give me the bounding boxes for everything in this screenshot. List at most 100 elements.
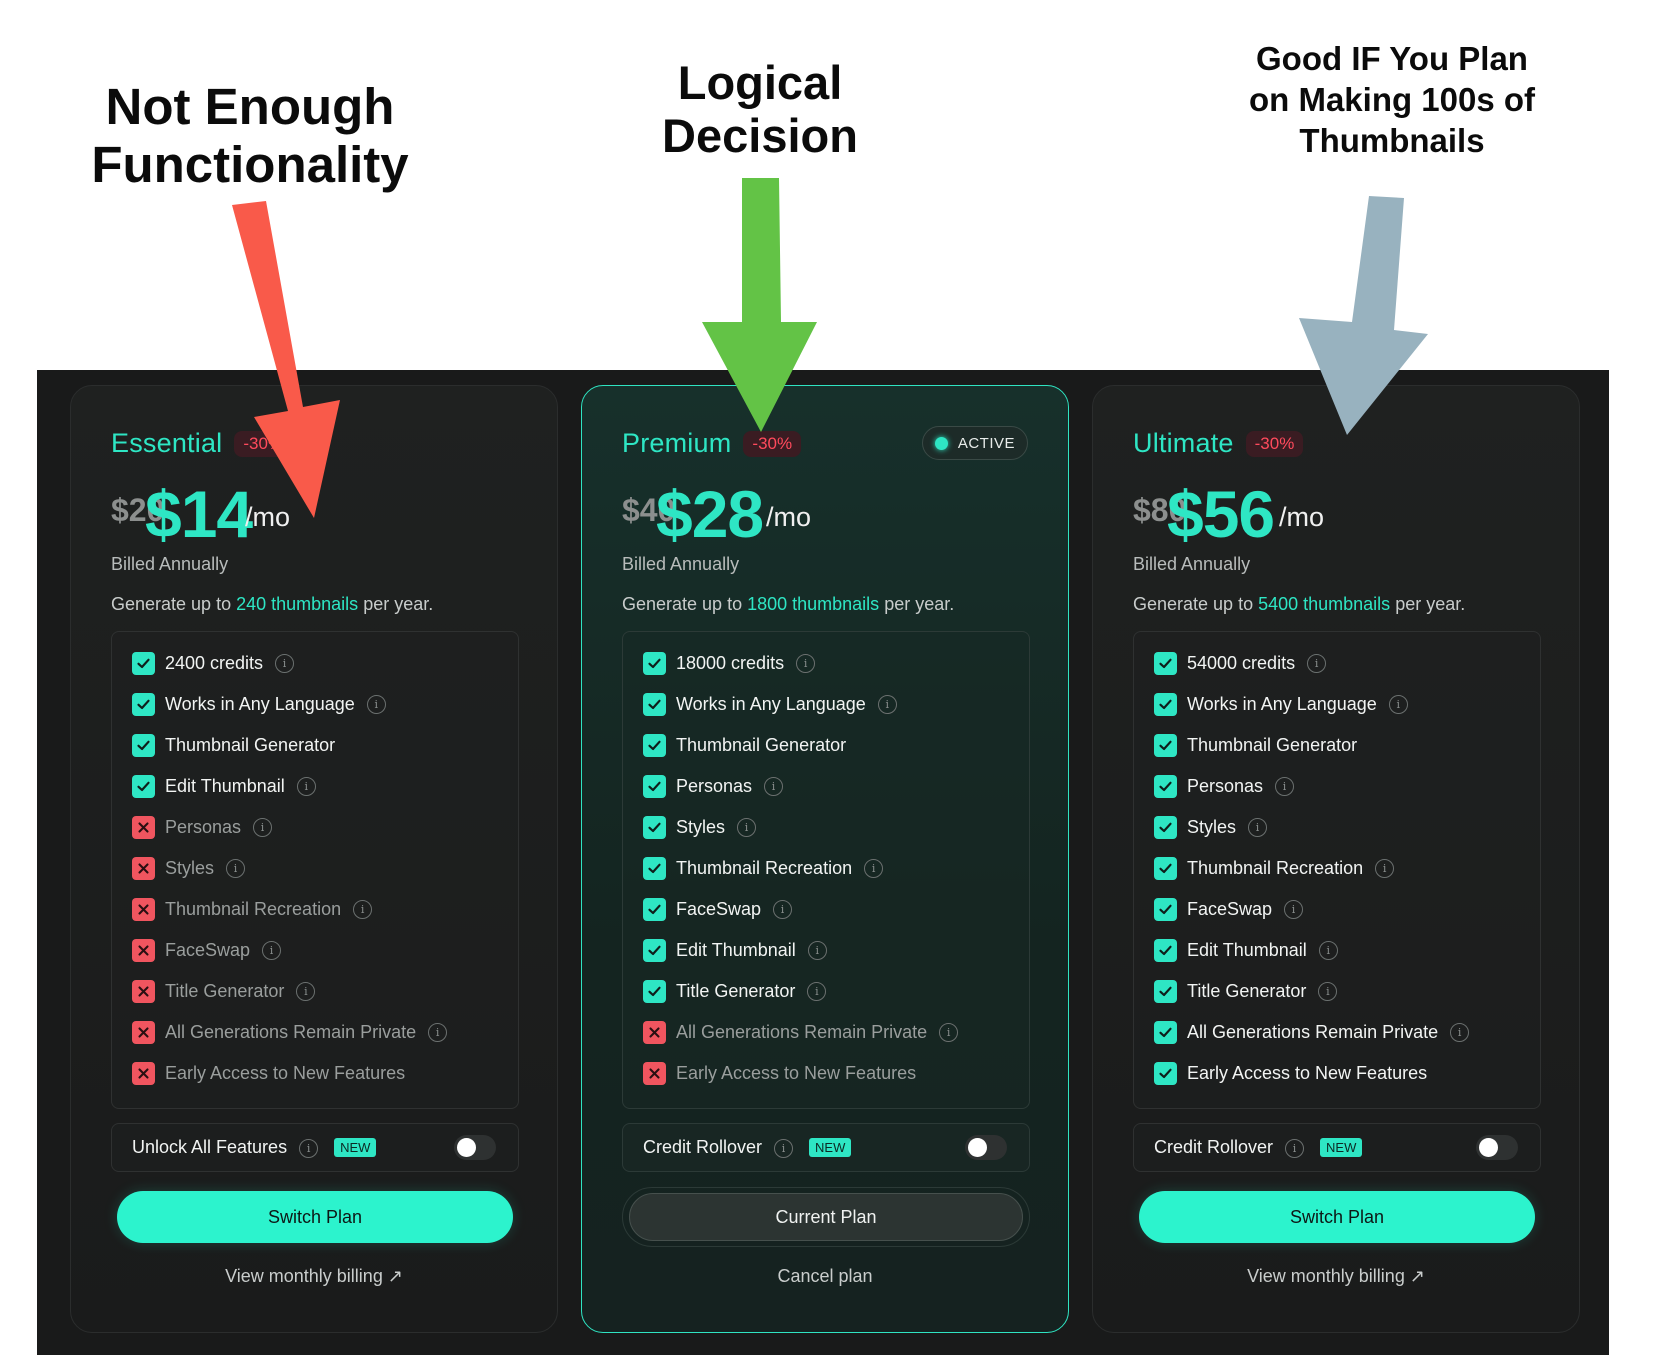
feature-label: FaceSwap <box>676 899 762 919</box>
generate-prefix: Generate up to <box>622 594 748 614</box>
info-icon[interactable]: i <box>737 818 757 837</box>
cross-icon <box>643 1062 666 1085</box>
feature-item: Works in Any Language i <box>643 693 1029 734</box>
info-icon[interactable]: i <box>1275 777 1295 796</box>
check-icon <box>643 939 666 962</box>
addon-label: Credit Rollover <box>1154 1137 1274 1157</box>
info-icon[interactable]: i <box>353 900 373 919</box>
current-plan-button[interactable]: Current Plan <box>629 1193 1023 1241</box>
switch-plan-button[interactable]: Switch Plan <box>1139 1191 1535 1243</box>
info-icon[interactable]: i <box>296 982 316 1001</box>
thumbnail-count: 240 thumbnails <box>236 594 359 614</box>
feature-item: All Generations Remain Private i <box>132 1021 518 1062</box>
info-icon[interactable]: i <box>299 1139 319 1158</box>
feature-label: Thumbnail Recreation <box>1187 858 1364 878</box>
info-icon[interactable]: i <box>1284 900 1304 919</box>
check-icon <box>643 980 666 1003</box>
active-dot-icon <box>934 436 948 450</box>
info-icon[interactable]: i <box>1285 1139 1305 1158</box>
billing-cycle: Billed Annually <box>1133 554 1251 574</box>
info-icon[interactable]: i <box>773 900 793 919</box>
feature-item: Edit Thumbnail i <box>1154 939 1540 980</box>
info-icon[interactable]: i <box>428 1023 448 1042</box>
check-icon <box>132 734 155 757</box>
feature-item: Personas i <box>1154 775 1540 816</box>
feature-item: 18000 credits i <box>643 652 1029 693</box>
info-icon[interactable]: i <box>774 1139 794 1158</box>
generate-suffix: per year. <box>358 594 434 614</box>
feature-item: All Generations Remain Private i <box>1154 1021 1540 1062</box>
view-monthly-billing-link[interactable]: View monthly billing ↗ <box>1093 1266 1579 1287</box>
plan-card-premium: Premium -30% ACTIVE $40 $28 /mo Billed A… <box>581 385 1069 1333</box>
info-icon[interactable]: i <box>877 695 897 714</box>
feature-label: All Generations Remain Private <box>1187 1022 1439 1042</box>
feature-label: Edit Thumbnail <box>676 940 796 960</box>
feature-item: Thumbnail Recreation i <box>1154 857 1540 898</box>
info-icon[interactable]: i <box>226 859 246 878</box>
feature-item: Styles i <box>1154 816 1540 857</box>
check-icon <box>643 734 666 757</box>
current-price: $56 <box>1167 477 1275 551</box>
feature-item: 54000 credits i <box>1154 652 1540 693</box>
info-icon[interactable]: i <box>1318 941 1338 960</box>
feature-item: Thumbnail Generator <box>132 734 518 775</box>
switch-plan-button[interactable]: Switch Plan <box>117 1191 513 1243</box>
check-icon <box>1154 898 1177 921</box>
check-icon <box>1154 1062 1177 1085</box>
feature-item: Early Access to New Features <box>1154 1062 1540 1103</box>
annotation-not-enough-functionality: Not Enough Functionality <box>91 78 409 193</box>
feature-label: Early Access to New Features <box>1187 1063 1428 1083</box>
info-icon[interactable]: i <box>1450 1023 1470 1042</box>
feature-label: Title Generator <box>165 981 285 1001</box>
check-icon <box>643 652 666 675</box>
cancel-plan-link[interactable]: Cancel plan <box>582 1266 1068 1287</box>
feature-item: Title Generator i <box>1154 980 1540 1021</box>
generate-summary: Generate up to 1800 thumbnails per year. <box>622 594 954 615</box>
feature-label: 54000 credits <box>1187 653 1296 673</box>
check-icon <box>132 775 155 798</box>
info-icon[interactable]: i <box>764 777 784 796</box>
addon-toggle[interactable] <box>454 1135 496 1160</box>
feature-label: Personas <box>1187 776 1264 796</box>
feature-item: Early Access to New Features <box>132 1062 518 1103</box>
cross-icon <box>132 1021 155 1044</box>
billing-cycle: Billed Annually <box>622 554 740 574</box>
feature-item: Thumbnail Generator <box>643 734 1029 775</box>
info-icon[interactable]: i <box>864 859 884 878</box>
info-icon[interactable]: i <box>1375 859 1395 878</box>
plan-name: Ultimate <box>1133 428 1234 458</box>
plan-name: Essential <box>111 428 223 458</box>
view-monthly-billing-link[interactable]: View monthly billing ↗ <box>71 1266 557 1287</box>
info-icon[interactable]: i <box>1318 982 1338 1001</box>
check-icon <box>1154 980 1177 1003</box>
check-icon <box>1154 1021 1177 1044</box>
info-icon[interactable]: i <box>262 941 282 960</box>
addon-label: Unlock All Features <box>132 1137 288 1157</box>
plan-header: Premium -30% <box>622 428 802 459</box>
info-icon[interactable]: i <box>253 818 273 837</box>
addon-toggle[interactable] <box>1476 1135 1518 1160</box>
feature-item: Styles i <box>132 857 518 898</box>
info-icon[interactable]: i <box>796 654 816 673</box>
cross-icon <box>132 980 155 1003</box>
addon-row: Unlock All Features i NEW <box>111 1123 519 1172</box>
feature-label: 18000 credits <box>676 653 785 673</box>
check-icon <box>132 652 155 675</box>
info-icon[interactable]: i <box>807 941 827 960</box>
annotation-logical-decision: Logical Decision <box>662 56 858 162</box>
info-icon[interactable]: i <box>1307 654 1327 673</box>
info-icon[interactable]: i <box>807 982 827 1001</box>
feature-label: Early Access to New Features <box>165 1063 406 1083</box>
info-icon[interactable]: i <box>366 695 386 714</box>
thumbnail-count: 1800 thumbnails <box>747 594 880 614</box>
feature-label: Early Access to New Features <box>676 1063 917 1083</box>
annotation-good-if-you-plan: Good IF You Plan on Making 100s of Thumb… <box>1248 40 1536 159</box>
feature-label: Thumbnail Generator <box>165 735 336 755</box>
addon-toggle[interactable] <box>965 1135 1007 1160</box>
feature-label: Title Generator <box>676 981 796 1001</box>
info-icon[interactable]: i <box>939 1023 959 1042</box>
info-icon[interactable]: i <box>1388 695 1408 714</box>
info-icon[interactable]: i <box>1248 818 1268 837</box>
info-icon[interactable]: i <box>296 777 316 796</box>
info-icon[interactable]: i <box>275 654 295 673</box>
